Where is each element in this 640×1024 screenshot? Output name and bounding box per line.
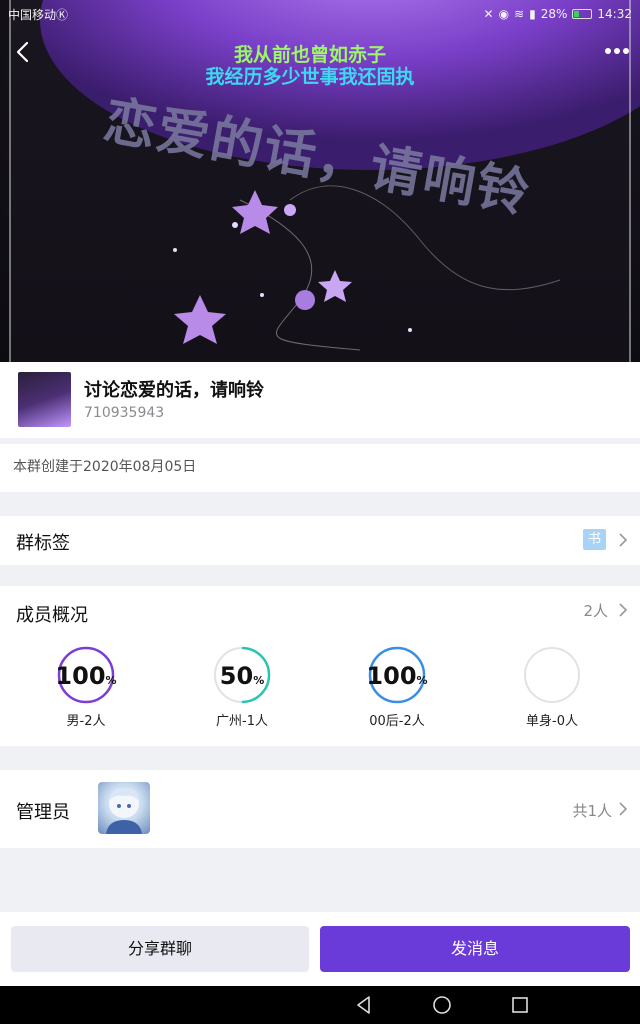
group-created-date: 本群创建于2020年08月05日 [0, 444, 640, 492]
chevron-right-icon [619, 533, 628, 547]
avatar-illustration [106, 787, 142, 834]
stat-ring [524, 647, 580, 703]
planet-dot [295, 290, 315, 310]
star-icon [318, 270, 352, 302]
member-count: 2人 [583, 602, 608, 620]
nav-home-icon[interactable] [432, 995, 452, 1015]
stat-percent: 100% [366, 662, 428, 690]
group-avatar[interactable] [18, 372, 71, 427]
group-id: 710935943 [84, 405, 165, 421]
status-bar: 中国移动Ⓚ ✕ ◉ ≋ ▮ 28% 14:32 [0, 0, 640, 28]
star-icon [174, 295, 226, 344]
stat-location: 50% 广州-1人 [197, 646, 287, 729]
wifi-icon: ≋ [514, 7, 525, 21]
stat-percent: 100% [55, 662, 117, 690]
battery-percent: 28% [540, 7, 568, 21]
carrier-label: 中国移动Ⓚ [8, 7, 69, 22]
star-icon [232, 190, 278, 234]
lyric-line-2: 我经历多少世事我还固执 [205, 66, 415, 88]
system-nav-bar [0, 986, 640, 1024]
signal-icon: ▮ [529, 7, 536, 21]
stat-label: 男-2人 [66, 714, 106, 729]
group-name: 讨论恋爱的话，请响铃 [84, 380, 264, 401]
nav-back-icon[interactable] [354, 995, 374, 1015]
send-message-button[interactable]: 发消息 [320, 926, 630, 972]
clock: 14:32 [597, 7, 632, 21]
group-tags-title: 群标签 [16, 533, 70, 554]
more-dots-icon[interactable] [604, 44, 630, 58]
stat-label: 00后-2人 [369, 714, 425, 729]
group-header: 讨论恋爱的话，请响铃 710935943 [0, 362, 640, 438]
stat-single: 单身-0人 [507, 646, 597, 729]
chevron-right-icon [619, 603, 628, 617]
admin-avatar[interactable] [98, 782, 150, 834]
admin-total: 共1人 [572, 802, 612, 820]
stat-label: 广州-1人 [216, 714, 268, 729]
back-arrow-icon[interactable] [12, 40, 36, 64]
bottom-action-bar: 分享群聊 发消息 [0, 912, 640, 986]
stat-gender: 100% 男-2人 [41, 646, 131, 729]
stat-label: 单身-0人 [526, 714, 578, 729]
share-group-button[interactable]: 分享群聊 [11, 926, 309, 972]
tag-badge-book: 书 [583, 529, 606, 550]
admin-title: 管理员 [16, 802, 70, 823]
chevron-right-icon [619, 802, 628, 816]
stat-age: 100% 00后-2人 [352, 646, 442, 729]
mute-icon: ✕ [483, 7, 494, 21]
group-tags-row[interactable]: 群标签 书 [0, 516, 640, 565]
nav-recents-icon[interactable] [510, 995, 530, 1015]
admin-row[interactable]: 管理员 共1人 [0, 770, 640, 848]
member-overview-title: 成员概况 [16, 605, 88, 626]
group-cover-image: 恋爱的话，请响铃 我从前也曾如赤子 我经历多少世事我还固执 中国移动Ⓚ ✕ ◉ … [0, 0, 640, 362]
planet-dot [284, 204, 296, 216]
battery-icon [572, 9, 593, 19]
eye-icon: ◉ [498, 7, 510, 21]
member-overview[interactable]: 成员概况 2人 100% 男-2人 50% 广州-1人 100% 00后-2人 [0, 586, 640, 746]
stat-percent: 50% [219, 662, 265, 690]
